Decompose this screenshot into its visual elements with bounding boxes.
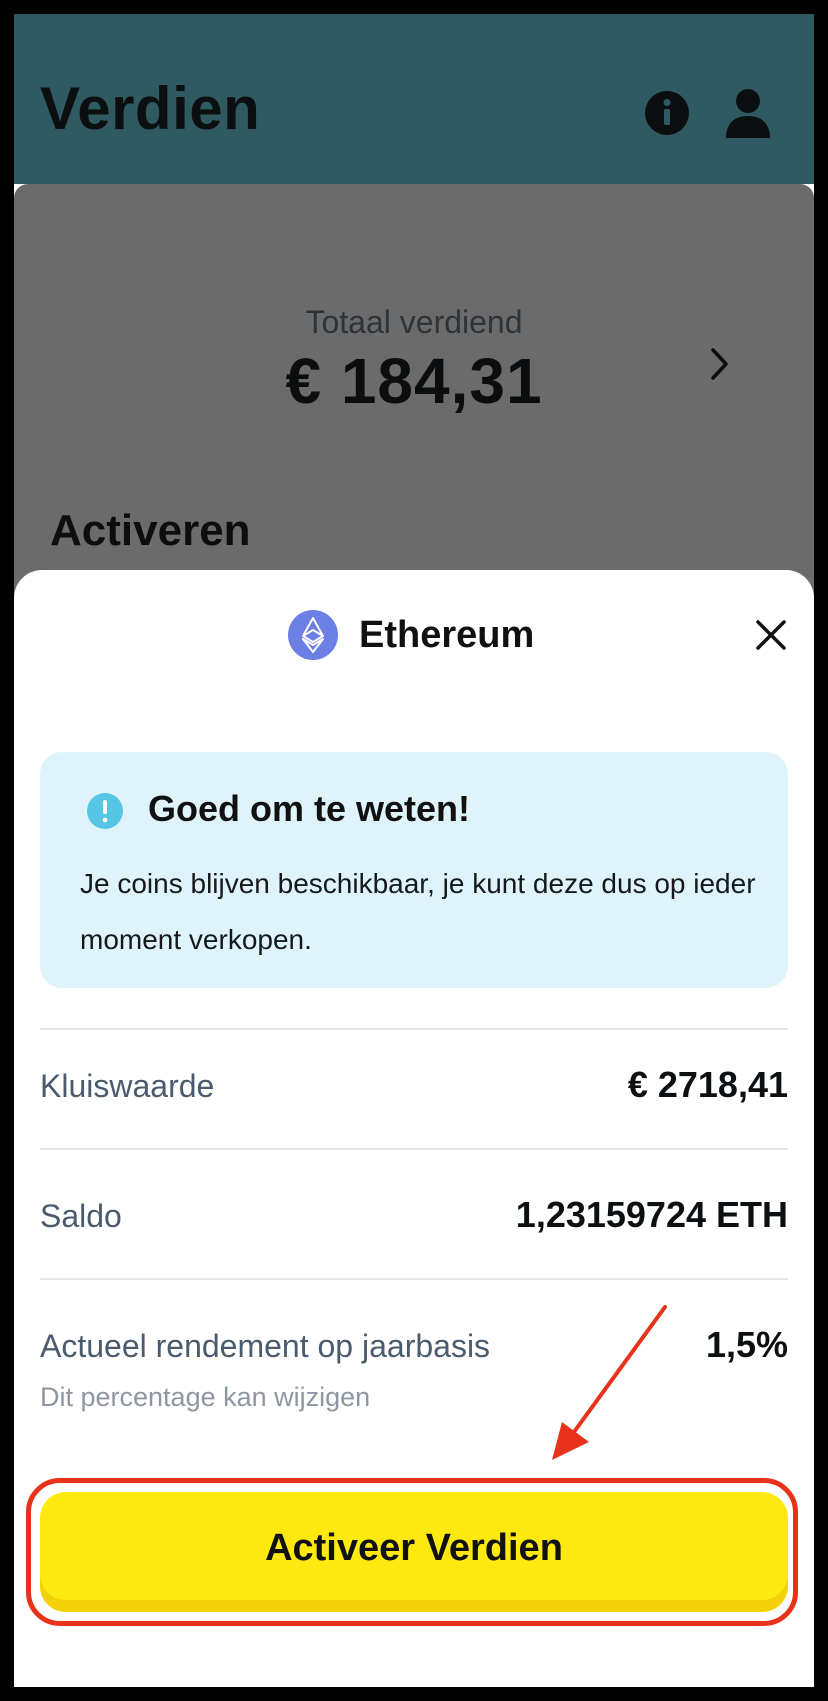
earnings-overview: Totaal verdiend € 184,31 Activeren (14, 184, 814, 604)
page-title: Verdien (40, 75, 261, 142)
exclamation-icon (87, 793, 123, 829)
sheet-title: Ethereum (359, 614, 535, 656)
app-frame: Verdien Totaal verdiend € 184,31 Activer… (14, 14, 814, 1687)
divider (40, 1278, 788, 1280)
header: Verdien (14, 14, 814, 184)
sheet-header: Ethereum (14, 606, 814, 662)
notice-text: Je coins blijven beschikbaar, je kunt de… (80, 868, 756, 955)
annual-yield-label: Actueel rendement op jaarbasis (40, 1328, 491, 1364)
divider (40, 1028, 788, 1030)
balance-label: Saldo (40, 1198, 122, 1234)
chevron-right-icon[interactable] (704, 344, 734, 384)
annual-yield-note: Dit percentage kan wijzigen (40, 1382, 371, 1412)
user-icon[interactable] (724, 88, 772, 138)
close-icon[interactable] (754, 618, 788, 652)
info-icon[interactable] (644, 90, 690, 136)
section-title: Activeren (50, 506, 251, 555)
bottom-sheet: Ethereum Goed om te weten! Je coins blij… (14, 570, 814, 1687)
ethereum-icon (288, 610, 338, 660)
activate-earn-button[interactable]: Activeer Verdien (40, 1492, 788, 1612)
notice-title: Goed om te weten! (148, 788, 471, 829)
info-notice: Goed om te weten! Je coins blijven besch… (40, 752, 788, 988)
balance-value: 1,23159724 ETH (515, 1194, 788, 1235)
divider (40, 1148, 788, 1150)
annual-yield-value: 1,5% (705, 1324, 788, 1365)
vault-value-label: Kluiswaarde (40, 1068, 215, 1104)
vault-value: € 2718,41 (627, 1064, 788, 1105)
total-earned-label: Totaal verdiend (305, 304, 523, 340)
total-earned-value: € 184,31 (285, 345, 543, 417)
